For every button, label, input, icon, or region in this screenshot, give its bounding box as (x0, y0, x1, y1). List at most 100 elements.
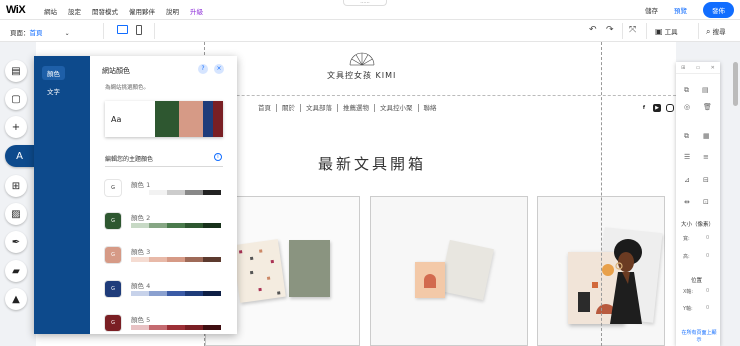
tab-text[interactable]: 文字 (42, 84, 65, 98)
color-shade (131, 223, 149, 228)
business-icon[interactable]: ▲ (5, 288, 27, 310)
scrollbar[interactable] (733, 62, 738, 106)
menu-dev-mode[interactable]: 開發模式 (92, 6, 118, 16)
social-bar: f ▶ (640, 104, 674, 112)
color-shade (149, 190, 167, 195)
close-icon[interactable]: ✕ (711, 65, 715, 71)
nav-item-about[interactable]: 關於 (276, 104, 300, 112)
page-selector[interactable]: 頁面：首頁 ⌄ (10, 27, 70, 37)
menu-settings[interactable]: 設定 (68, 6, 81, 16)
menu-hire[interactable]: 僱用夥伴 (129, 6, 155, 16)
nav-item-contact[interactable]: 聯絡 (417, 104, 442, 112)
undo-icon[interactable]: ↶ (589, 25, 597, 35)
gift-wrap-image (232, 239, 286, 303)
palette-swatches (155, 101, 223, 137)
color-chip[interactable]: G (105, 180, 121, 196)
facebook-icon[interactable]: f (640, 104, 648, 112)
align-icon[interactable]: ☰ (684, 153, 690, 161)
info-icon[interactable]: i (214, 153, 222, 161)
distribute-icon[interactable]: ≡ (703, 153, 709, 161)
pen-icon[interactable]: ✒ (5, 231, 27, 253)
save-button[interactable]: 儲存 (645, 5, 658, 15)
flip-icon[interactable]: ⇹ (684, 198, 690, 206)
design-icon[interactable]: A (5, 145, 34, 167)
drag-handle-icon[interactable]: ▭ (696, 65, 701, 71)
divider (622, 23, 623, 39)
add-icon[interactable]: + (5, 116, 27, 138)
instagram-icon[interactable] (666, 104, 674, 112)
color-shade (203, 325, 221, 330)
color-chip[interactable]: G (105, 315, 121, 331)
color-shade (203, 223, 221, 228)
copy-icon[interactable]: ⧉ (684, 86, 689, 95)
align-center-icon[interactable]: ⊟ (703, 176, 709, 184)
menu-help[interactable]: 說明 (166, 6, 179, 16)
color-shade-strip (131, 291, 221, 296)
site-colors-panel: 顏色 文字 網站顏色 ? × 為網站挑選顏色。 Aa 編輯您的主題顏色 i G顏… (34, 56, 237, 334)
nav-item-picks[interactable]: 推薦選物 (337, 104, 374, 112)
color-chip[interactable]: G (105, 281, 121, 297)
theme-color-row[interactable]: G 顏色 3 (105, 243, 223, 273)
desktop-icon[interactable] (117, 25, 128, 34)
menu-site[interactable]: 網站 (44, 6, 57, 16)
tab-colors[interactable]: 顏色 (42, 66, 65, 80)
x-field[interactable]: 0 (706, 288, 709, 294)
color-shade-strip (131, 190, 221, 195)
nav-item-meetup[interactable]: 文具控小聚 (374, 104, 418, 112)
nav-item-blog[interactable]: 文具部落 (300, 104, 337, 112)
help-icon[interactable]: ? (198, 64, 208, 74)
panel-description: 為網站挑選顏色。 (105, 85, 150, 91)
color-shade (167, 257, 185, 262)
collapse-tab[interactable]: ...... (343, 0, 387, 6)
color-shade (131, 325, 149, 330)
y-field[interactable]: 0 (706, 305, 709, 311)
mobile-icon[interactable] (136, 25, 142, 35)
color-shade (185, 257, 203, 262)
stretch-icon[interactable]: ⊡ (703, 198, 709, 206)
zoom-out-icon[interactable]: ⤧ (629, 25, 636, 35)
menu-upgrade[interactable]: 升級 (190, 6, 203, 16)
match-size-icon[interactable]: ⊿ (684, 176, 690, 184)
color-shade (131, 257, 149, 262)
youtube-icon[interactable]: ▶ (653, 104, 661, 112)
search-button[interactable]: ⌕ 搜尋 (706, 26, 726, 37)
color-shade (185, 223, 203, 228)
close-icon[interactable]: × (214, 64, 224, 74)
color-chip[interactable]: G (105, 213, 121, 229)
grid-icon[interactable]: ⊞ (681, 65, 685, 71)
color-shade (131, 291, 149, 296)
theme-color-row[interactable]: G 顏色 4 (105, 277, 223, 307)
left-toolbar: ▤ ▢ + A ⊞ ▨ ✒ ▰ ▲ (0, 56, 34, 346)
editor-toolbar: 頁面：首頁 ⌄ ↶ ↷ ⤧ ▣ 工具 ⌕ 搜尋 (0, 20, 740, 42)
redo-icon[interactable]: ↷ (606, 25, 614, 35)
height-field[interactable]: 0 (706, 253, 709, 259)
color-chip[interactable]: G (105, 247, 121, 263)
tools-button[interactable]: ▣ 工具 (655, 26, 678, 36)
preview-button[interactable]: 預覽 (674, 5, 687, 15)
nav-item-home[interactable]: 首頁 (258, 104, 276, 112)
theme-color-row[interactable]: G 顏色 1 (105, 176, 223, 206)
apps-icon[interactable]: ⊞ (5, 175, 27, 197)
paste-icon[interactable]: ▤ (702, 86, 709, 94)
arrange-icon[interactable]: ⧉ (684, 132, 689, 141)
hero-title[interactable]: 最新文具開箱 (318, 153, 426, 174)
active-palette[interactable]: Aa (105, 101, 223, 137)
site-brand-title[interactable]: 文具控女孩 KIMI (327, 70, 396, 81)
store-icon[interactable]: ▰ (5, 260, 27, 282)
palette-swatch (202, 101, 213, 137)
duplicate-icon[interactable]: ◎ (684, 103, 690, 111)
color-shade (167, 223, 185, 228)
layer-icon[interactable]: ▦ (703, 132, 710, 140)
width-field[interactable]: 0 (706, 235, 709, 241)
color-label: 顏色 3 (131, 248, 151, 256)
wix-logo[interactable]: WiX (6, 4, 26, 16)
delete-icon[interactable]: 🗑 (703, 103, 712, 111)
section-icon[interactable]: ▢ (5, 88, 27, 110)
theme-color-row[interactable]: G 顏色 2 (105, 209, 223, 239)
theme-color-row[interactable]: G 顏色 5 (105, 311, 223, 341)
pages-icon[interactable]: ▤ (5, 60, 27, 82)
publish-button[interactable]: 發佈 (703, 2, 734, 18)
color-shade-strip (131, 257, 221, 262)
show-on-all-pages-link[interactable]: 在所有頁面上顯示 (680, 330, 718, 344)
media-icon[interactable]: ▨ (5, 203, 27, 225)
